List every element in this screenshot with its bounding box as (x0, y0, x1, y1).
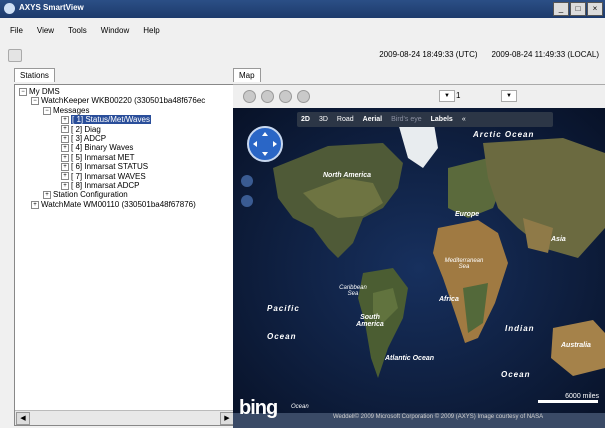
expand-icon[interactable]: + (61, 153, 69, 162)
map-pane: Map ▼ 1 ▼ 2D 3D Road Aerial Bird's eye L… (233, 68, 605, 428)
chevron-down-icon[interactable]: ▼ (439, 90, 455, 102)
expand-icon[interactable]: + (61, 181, 69, 190)
forward-icon[interactable] (261, 90, 274, 103)
zoom-out-icon (241, 195, 253, 207)
back-icon[interactable] (243, 90, 256, 103)
time-display: 2009-08-24 18:49:33 (UTC) 2009-08-24 11:… (379, 50, 599, 59)
label-europe: Europe (455, 211, 480, 218)
collapse-icon[interactable]: − (43, 106, 51, 115)
label-atlantic-ocean: Atlantic Ocean (385, 355, 435, 362)
tree-message-item[interactable]: +[ 4] Binary Waves (19, 143, 234, 152)
scroll-right-icon[interactable]: ▶ (220, 412, 234, 425)
tab-map[interactable]: Map (233, 68, 261, 82)
expand-icon[interactable]: + (61, 172, 69, 181)
stations-pane: Stations − My DMS − WatchKeeper WKB00220 (… (14, 68, 236, 426)
app-icon (4, 3, 15, 14)
expand-icon[interactable]: + (61, 144, 69, 153)
tree-root[interactable]: − My DMS (19, 87, 234, 96)
bing-logo: bing (239, 397, 278, 419)
label-indian-ocean: Ocean (501, 370, 531, 379)
label-mediterranean-sea: Mediterranean Sea (444, 258, 484, 270)
road-button[interactable]: Road (337, 116, 354, 123)
map-credits: Weddell© 2009 Microsoft Corporation © 20… (333, 414, 544, 420)
map-select-value[interactable]: 1 (456, 91, 460, 100)
horizontal-scrollbar[interactable]: ◀ ▶ (15, 410, 235, 425)
tree-station-config[interactable]: + Station Configuration (19, 190, 234, 199)
label-caribbean-sea: Caribbean Sea (339, 285, 367, 297)
label-pacific-ocean: Ocean (267, 332, 297, 341)
menu-tools[interactable]: Tools (68, 26, 87, 35)
label-australia: Australia (561, 342, 591, 349)
label-asia: Asia (551, 236, 566, 243)
labels-button[interactable]: Labels (431, 116, 453, 123)
tree-station-1[interactable]: − WatchKeeper WKB00220 (330501ba48f676ec (19, 96, 234, 105)
station-tree: − My DMS − WatchKeeper WKB00220 (330501ba4… (19, 87, 234, 409)
utc-time: 2009-08-24 18:49:33 (UTC) (379, 50, 478, 59)
expand-icon[interactable]: + (61, 134, 69, 143)
tree-message-item[interactable]: +[ 5] Inmarsat MET (19, 153, 234, 162)
view-2d-button[interactable]: 2D (301, 116, 310, 123)
menu-help[interactable]: Help (143, 26, 159, 35)
scroll-left-icon[interactable]: ◀ (16, 412, 30, 425)
tree-message-item[interactable]: +[ 6] Inmarsat STATUS (19, 162, 234, 171)
label-pacific: Pacific (267, 304, 300, 313)
chevron-down-icon[interactable]: ▼ (501, 90, 517, 102)
tree-message-item[interactable]: +[ 3] ADCP (19, 134, 234, 143)
expand-icon[interactable]: + (43, 191, 51, 200)
collapse-icon[interactable]: − (19, 87, 27, 96)
tree-message-item[interactable]: +[ 7] Inmarsat WAVES (19, 172, 234, 181)
info-icon[interactable] (297, 90, 310, 103)
view-3d-button[interactable]: 3D (319, 116, 328, 123)
label-africa: Africa (439, 296, 459, 303)
tree-station-2[interactable]: + WatchMate WM00110 (330501ba48f67876) (19, 200, 234, 209)
tab-stations[interactable]: Stations (14, 68, 55, 82)
map-view-toolbar: 2D 3D Road Aerial Bird's eye Labels « (297, 112, 553, 127)
zoom-in-icon (241, 175, 253, 187)
world-map[interactable]: 2D 3D Road Aerial Bird's eye Labels « Ar… (233, 108, 605, 428)
minimize-button[interactable]: _ (553, 2, 569, 16)
expand-icon[interactable]: + (61, 116, 69, 125)
app-window: AXYS SmartView _ □ × File View Tools Win… (0, 0, 605, 428)
window-title: AXYS SmartView (19, 3, 84, 12)
tree-message-item[interactable]: +[ 1] Status/Met/Waves (19, 115, 234, 125)
satellite-map-image (233, 108, 605, 428)
maximize-button[interactable]: □ (570, 2, 586, 16)
label-arctic-ocean: Arctic Ocean (473, 130, 535, 139)
map-scale: 6000 miles (565, 393, 599, 400)
label-bing-ocean: Ocean (291, 404, 309, 410)
close-button[interactable]: × (587, 2, 603, 16)
expand-icon[interactable]: + (31, 200, 39, 209)
stop-icon[interactable] (279, 90, 292, 103)
aerial-button[interactable]: Aerial (363, 116, 382, 123)
collapse-icon[interactable]: − (31, 97, 39, 106)
map-toolbar: ▼ 1 ▼ (233, 84, 605, 109)
collapse-toolbar-icon[interactable]: « (462, 116, 466, 123)
expand-icon[interactable]: + (61, 163, 69, 172)
tree-messages[interactable]: − Messages (19, 106, 234, 115)
tree-message-item[interactable]: +[ 8] Inmarsat ADCP (19, 181, 234, 190)
local-time: 2009-08-24 11:49:33 (LOCAL) (491, 50, 599, 59)
label-south-america: South America (356, 314, 384, 328)
menu-bar: File View Tools Window Help (0, 18, 605, 42)
menu-window[interactable]: Window (101, 26, 129, 35)
connect-icon[interactable] (8, 48, 22, 62)
menu-view[interactable]: View (37, 26, 54, 35)
expand-icon[interactable]: + (61, 125, 69, 134)
label-north-america: North America (323, 172, 371, 179)
tree-message-item[interactable]: +[ 2] Diag (19, 125, 234, 134)
title-bar: AXYS SmartView _ □ × (0, 0, 605, 18)
stations-panel: − My DMS − WatchKeeper WKB00220 (330501ba4… (14, 84, 236, 426)
birds-eye-button[interactable]: Bird's eye (391, 116, 422, 123)
menu-file[interactable]: File (10, 26, 23, 35)
label-indian: Indian (505, 324, 535, 333)
